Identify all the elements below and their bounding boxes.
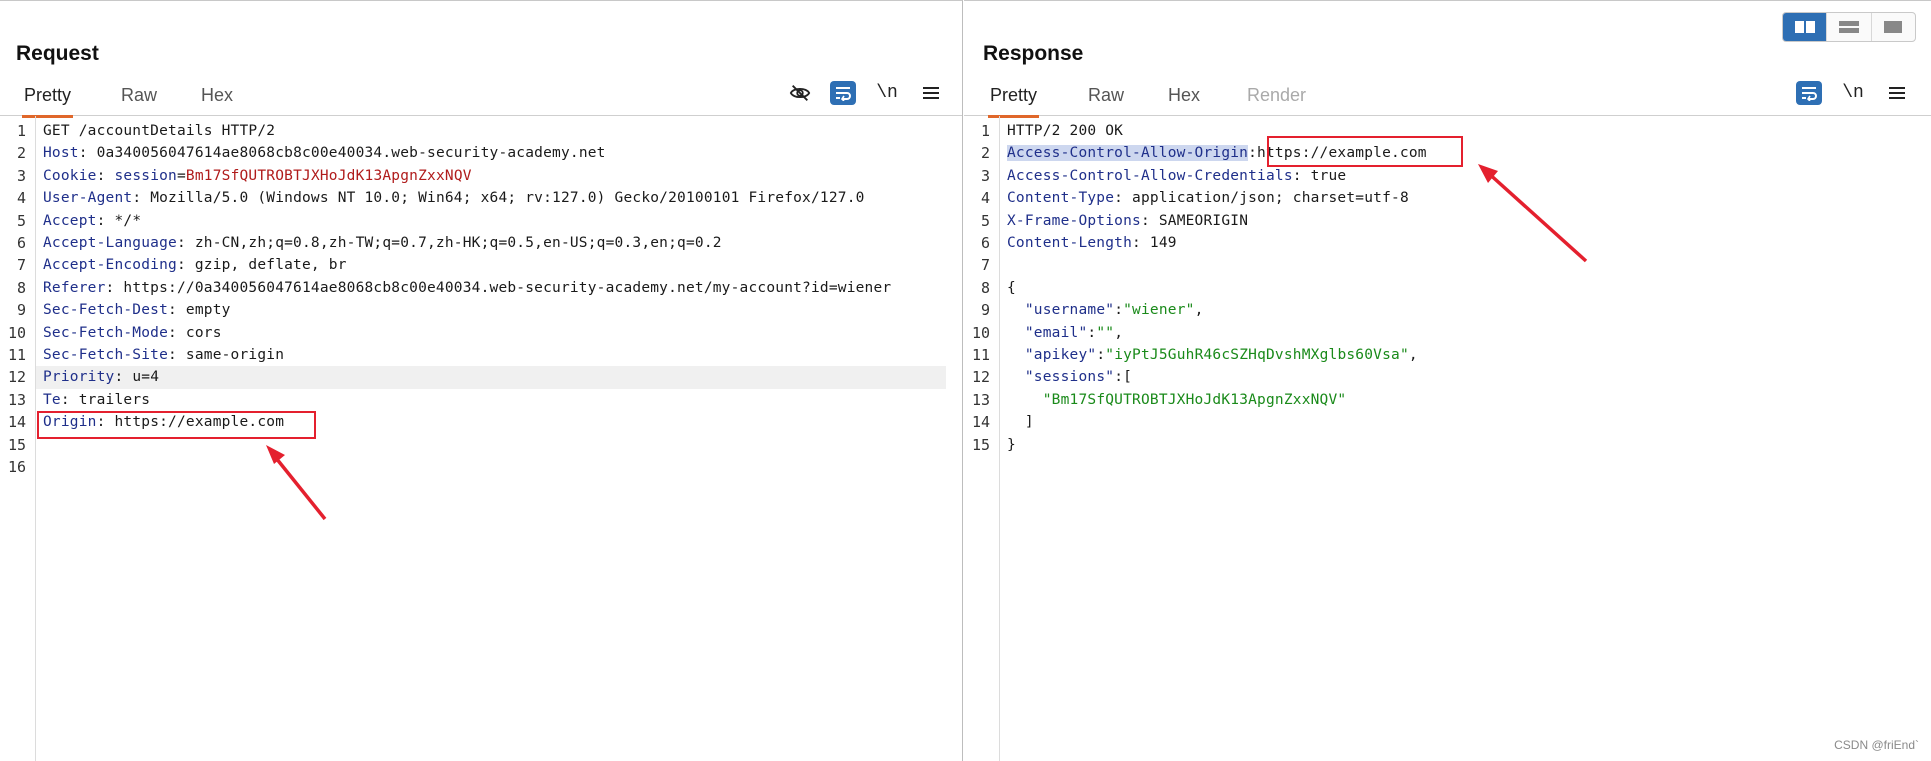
response-line: 14 ] (971, 413, 1034, 432)
word-wrap-icon[interactable] (830, 81, 856, 105)
split-horizontal-icon[interactable] (1783, 13, 1828, 41)
response-line: 13 "Bm17SfQUTROBTJXHoJdK13ApgnZxxNQV" (971, 390, 1347, 409)
response-line: 11 "apikey":"iyPtJ5GuhR46cSZHqDvshMXglbs… (971, 346, 1418, 364)
response-line: 10 "email":"", (971, 323, 1124, 342)
split-vertical-icon[interactable] (1827, 13, 1872, 41)
request-panel: Request Pretty Raw Hex \n 1 GET /accountD… (0, 0, 963, 761)
newline-toggle[interactable]: \n (874, 81, 900, 105)
request-line: 1 GET /accountDetails HTTP/2 (16, 122, 276, 140)
request-tabs: Pretty Raw Hex (0, 83, 962, 118)
response-line: 4 Content-Type: application/json; charset… (980, 189, 1409, 208)
request-line: 4 User-Agent: Mozilla/5.0 (Windows NT 10.… (16, 189, 865, 208)
response-line: 12 "sessions":[ (971, 368, 1133, 387)
tab-response-hex[interactable]: Hex (1168, 83, 1200, 115)
request-line: 6 Accept-Language: zh-CN,zh;q=0.8,zh-TW;q… (16, 234, 722, 252)
arrow-annotation (266, 445, 327, 521)
request-line: 10 Sec-Fetch-Mode: cors (7, 323, 222, 342)
response-line: 5 X-Frame-Options: SAMEORIGIN (980, 211, 1249, 230)
tab-response-pretty[interactable]: Pretty (988, 83, 1040, 118)
response-line: 7 (980, 256, 990, 275)
word-wrap-icon[interactable] (1796, 81, 1822, 105)
request-line: 12 Priority: u=4 (7, 368, 160, 387)
acao-highlight-box (1267, 136, 1463, 167)
response-panel: Response Pretty Raw Hex Render \n 1 HTTP/… (964, 0, 1931, 761)
request-line: 8 Referer: https://0a340056047614ae8068cb… (16, 278, 892, 297)
request-line: 13 Te: trailers (7, 390, 151, 409)
response-line: 8{ (980, 278, 1016, 297)
tab-response-render[interactable]: Render (1247, 83, 1306, 115)
request-line: 11 Sec-Fetch-Site: same-origin (7, 346, 285, 364)
request-line: 7 Accept-Encoding: gzip, deflate, br (16, 256, 347, 275)
request-title: Request (16, 42, 99, 65)
response-title: Response (983, 42, 1084, 65)
watermark: CSDN @friEnd` (1834, 738, 1919, 752)
origin-highlight-box (37, 411, 316, 439)
tab-response-raw[interactable]: Raw (1088, 83, 1124, 115)
tab-request-raw[interactable]: Raw (121, 83, 157, 115)
response-line: 15} (971, 435, 1016, 454)
tabs-view-icon[interactable] (1872, 13, 1915, 41)
request-line: 3 Cookie: session=Bm17SfQUTROBTJXHoJdK13A… (16, 166, 472, 185)
layout-toggle (1782, 12, 1916, 42)
newline-toggle[interactable]: \n (1840, 81, 1866, 105)
menu-icon[interactable] (1884, 81, 1910, 105)
hide-eye-icon[interactable] (787, 81, 813, 105)
tab-request-pretty[interactable]: Pretty (22, 83, 74, 118)
request-line: 9 Sec-Fetch-Dest: empty (16, 301, 231, 320)
menu-icon[interactable] (918, 81, 944, 105)
request-line: 5 Accept: */* (16, 211, 142, 230)
response-tabs: Pretty Raw Hex Render (964, 83, 1931, 118)
response-editor[interactable]: 1 HTTP/2 200 OK 2 Access-Control-Allow-Ori… (964, 116, 1931, 761)
arrow-annotation (1478, 164, 1588, 263)
response-line: 3 Access-Control-Allow-Credentials: true (980, 166, 1347, 185)
response-line: 9 "username":"wiener", (980, 301, 1204, 320)
response-line: 6 Content-Length: 149 (980, 234, 1177, 252)
request-line: 2 Host: 0a340056047614ae8068cb8c00e40034.… (16, 144, 606, 163)
request-line: 16 (7, 458, 26, 476)
tab-request-hex[interactable]: Hex (201, 83, 233, 115)
